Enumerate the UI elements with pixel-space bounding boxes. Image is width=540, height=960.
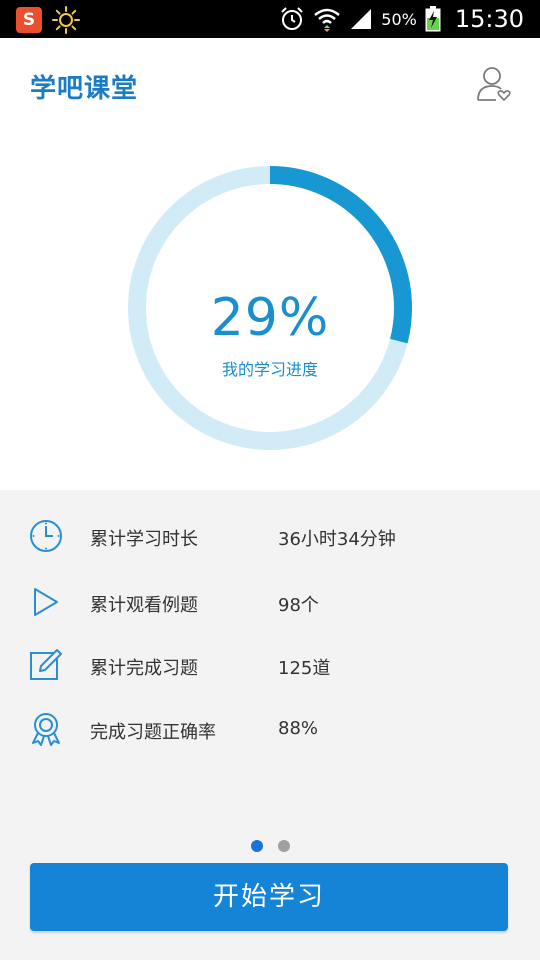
award-icon [32, 713, 60, 746]
clock-time: 15:30 [454, 5, 524, 33]
signal-icon [351, 9, 372, 29]
stat-label: 完成习题正确率 [90, 722, 216, 743]
stat-label: 累计观看例题 [90, 595, 198, 616]
stat-label: 累计学习时长 [90, 529, 198, 550]
battery-percent: 50% [381, 9, 417, 29]
alarm-icon [281, 7, 303, 30]
profile-button[interactable] [474, 64, 514, 104]
stat-value: 98个 [278, 595, 319, 616]
start-learning-button[interactable]: 开始学习 [30, 863, 508, 931]
stat-value: 125道 [278, 658, 331, 679]
page-dot[interactable] [278, 840, 290, 852]
stat-row-examples: 累计观看例题 98个 [0, 582, 540, 622]
stat-row-accuracy: 完成习题正确率 88% [0, 709, 540, 749]
user-heart-icon [477, 67, 511, 102]
app-s-icon [16, 7, 42, 33]
page-indicator [0, 840, 540, 854]
clock-icon [30, 520, 62, 552]
page-dot-active[interactable] [251, 840, 263, 852]
app-header: 学吧课堂 [0, 38, 540, 130]
sun-icon [52, 6, 80, 34]
stat-row-exercises: 累计完成习题 125道 [0, 645, 540, 685]
progress-caption: 我的学习进度 [221, 360, 318, 379]
stats-panel: 累计学习时长 36小时34分钟 累计观看例题 98个 累计完成习题 125道 完… [0, 490, 540, 960]
stat-value: 36小时34分钟 [278, 529, 396, 550]
status-bar: 50% 15:30 [0, 0, 540, 38]
edit-icon [30, 649, 62, 680]
play-icon [34, 588, 58, 616]
app-title: 学吧课堂 [30, 74, 139, 104]
wifi-icon [314, 8, 341, 32]
progress-value: 29% [210, 288, 330, 348]
battery-charging-icon [425, 6, 441, 32]
progress-section: 29% 我的学习进度 [0, 130, 540, 490]
stat-label: 累计完成习题 [90, 658, 198, 679]
stat-row-study-time: 累计学习时长 36小时34分钟 [0, 516, 540, 556]
stat-value: 88% [278, 718, 319, 739]
